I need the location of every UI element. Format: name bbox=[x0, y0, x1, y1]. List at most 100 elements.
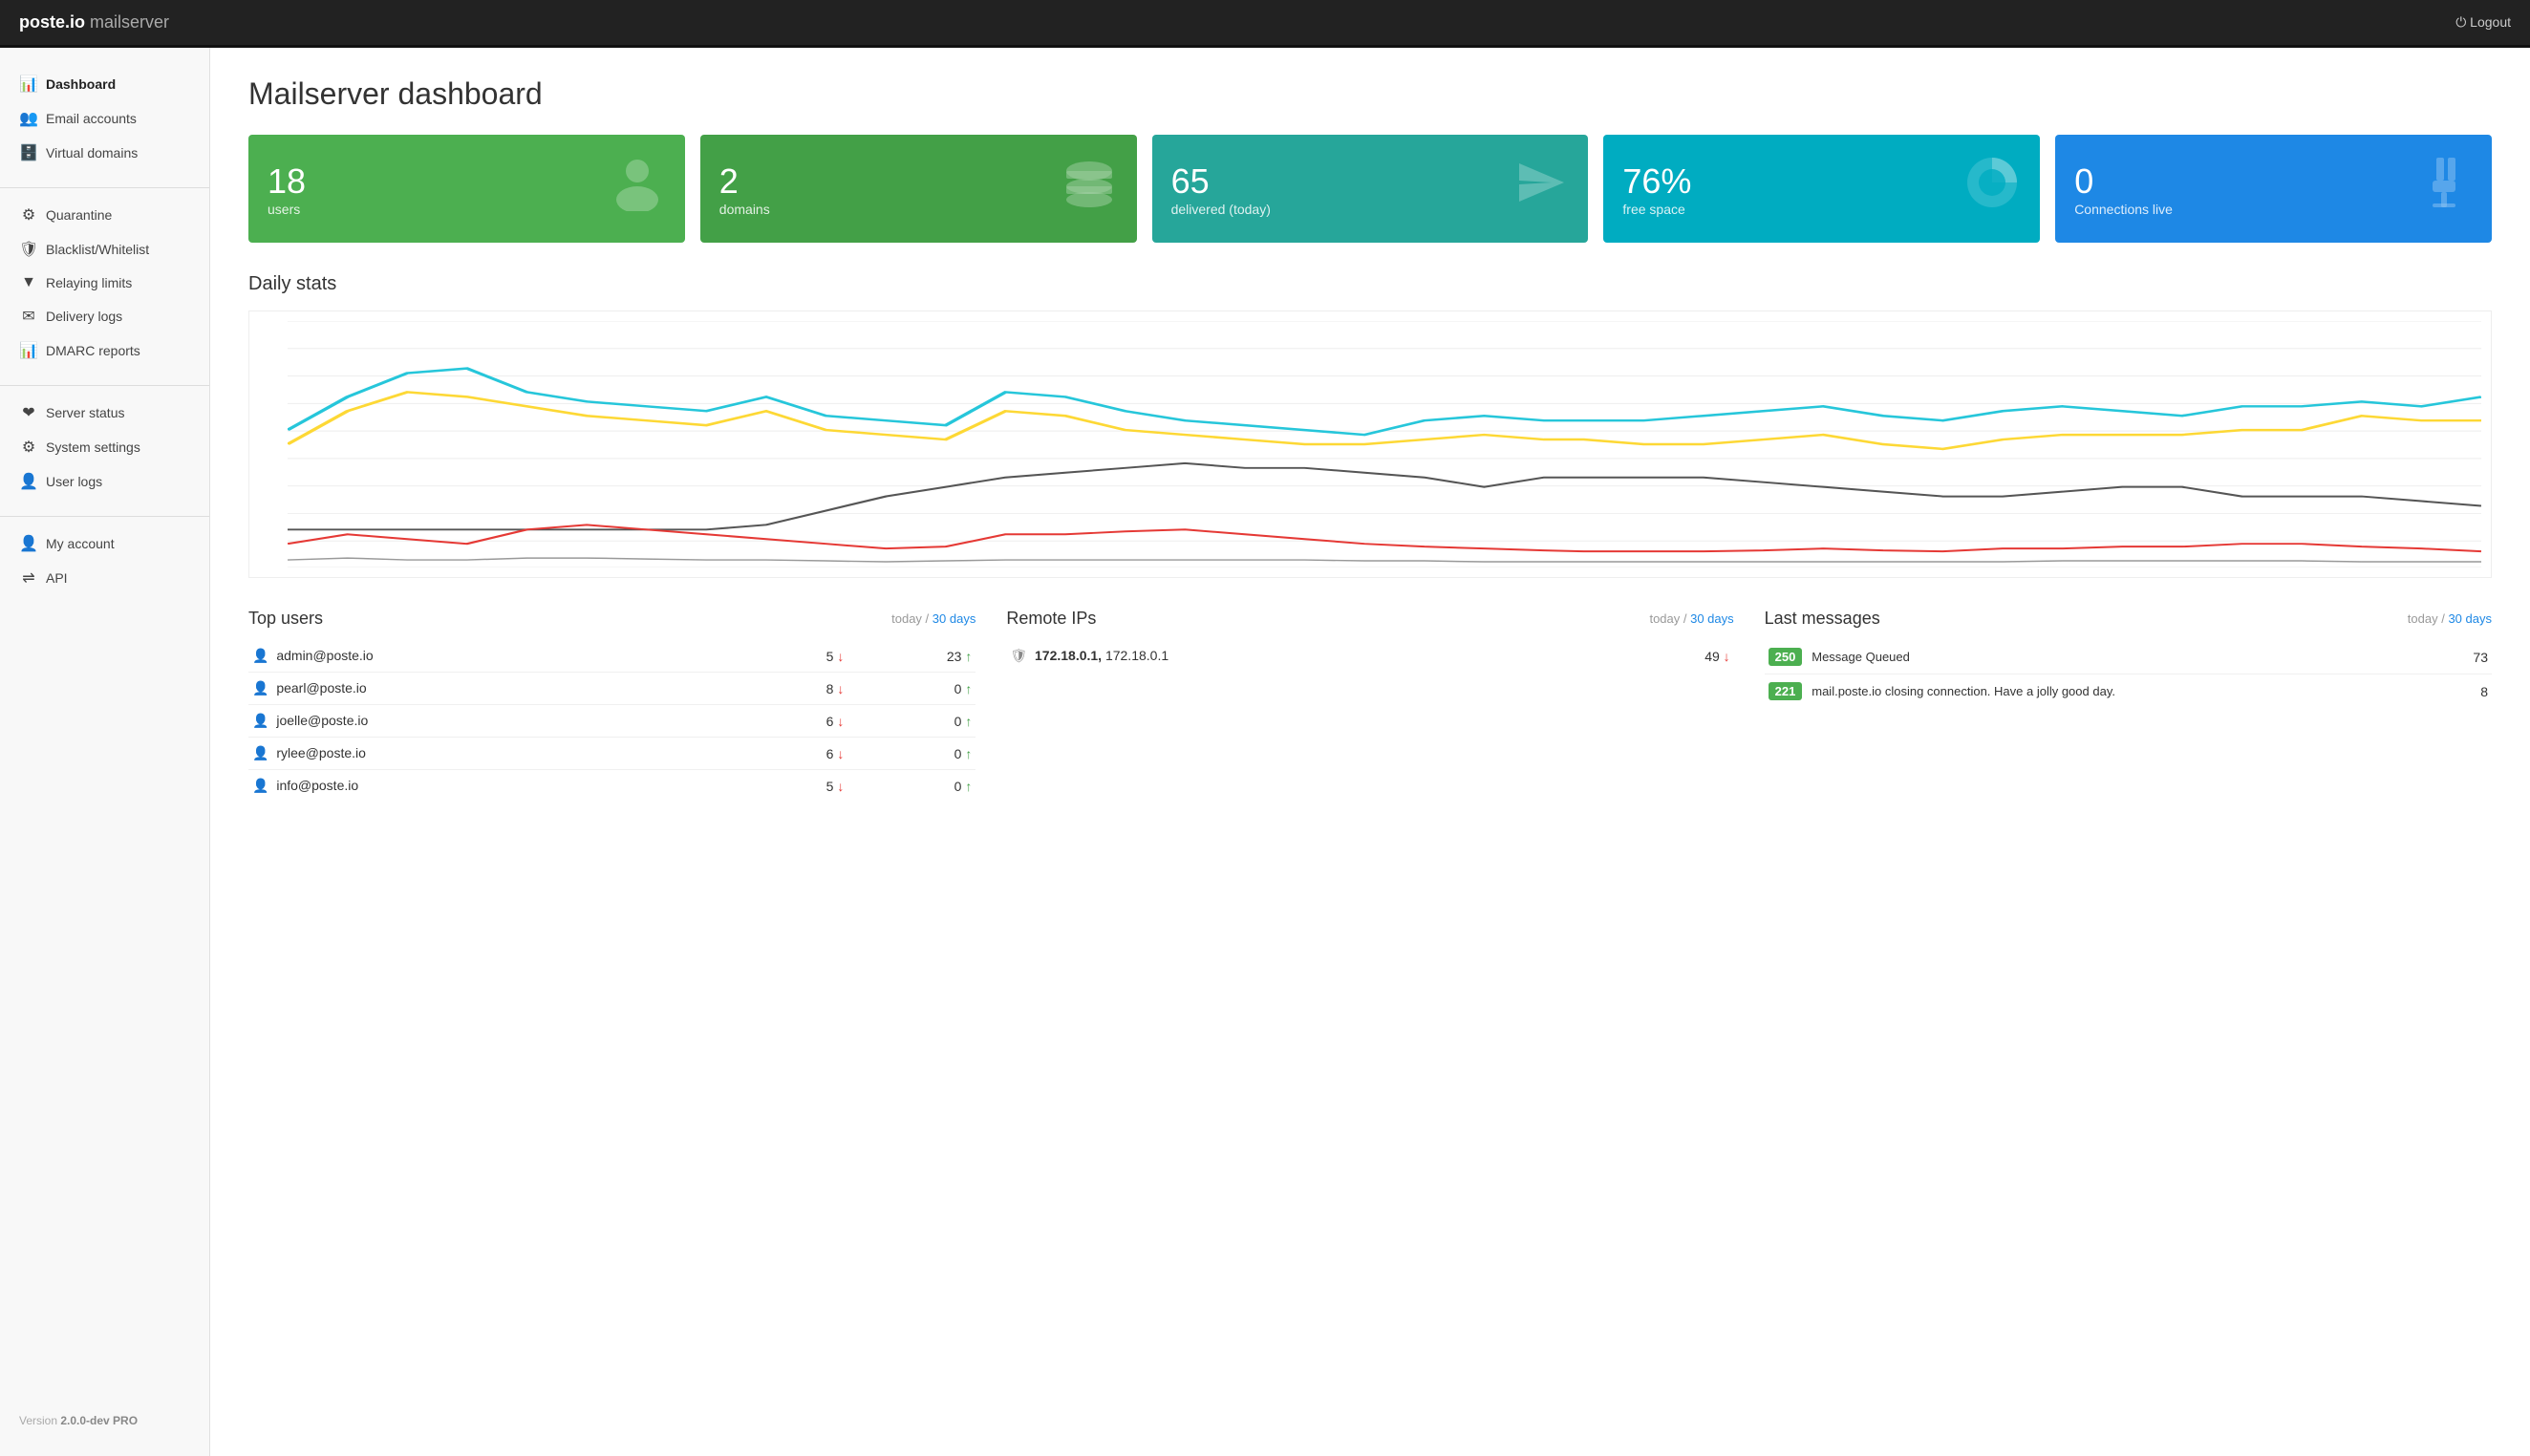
stat-value-delivered: 65 bbox=[1171, 161, 1271, 202]
today-label-ips: today bbox=[1649, 611, 1680, 626]
stat-cards: 18 users 2 domains bbox=[248, 135, 2492, 243]
msg-count-cell: 8 bbox=[2449, 674, 2492, 709]
sidebar-item-dashboard[interactable]: 📊 Dashboard bbox=[0, 67, 209, 101]
sidebar-version: Version 2.0.0-dev PRO bbox=[0, 1404, 209, 1437]
top-users-title: Top users bbox=[248, 609, 323, 629]
stat-value-free-space: 76% bbox=[1622, 161, 1691, 202]
remote-ips-title: Remote IPs bbox=[1006, 609, 1096, 629]
arrow-up-icon: ↑ bbox=[965, 649, 972, 664]
sidebar-item-server-status[interactable]: ❤ Server status bbox=[0, 396, 209, 430]
down-count: 5 bbox=[826, 649, 834, 664]
shield-icon: 🛡 bbox=[1010, 648, 1027, 663]
delivery-logs-icon: ✉ bbox=[19, 307, 38, 326]
user-up-cell: 0 ↑ bbox=[847, 705, 976, 738]
version-number: 2.0.0-dev PRO bbox=[60, 1414, 138, 1427]
sidebar-main-group: 📊 Dashboard 👥 Email accounts 🗄️ Virtual … bbox=[0, 67, 209, 170]
30-days-link-msgs[interactable]: 30 days bbox=[2448, 611, 2492, 626]
sidebar-item-delivery-logs[interactable]: ✉ Delivery logs bbox=[0, 299, 209, 333]
sidebar-account-group: 👤 My account ⇌ API bbox=[0, 526, 209, 595]
brand-subtitle: mailserver bbox=[90, 12, 169, 32]
sidebar-label-system-settings: System settings bbox=[46, 439, 140, 455]
table-row: 221 mail.poste.io closing connection. Ha… bbox=[1765, 674, 2492, 709]
arrow-up-icon: ↑ bbox=[965, 746, 972, 761]
free-space-icon bbox=[1963, 154, 2021, 224]
stat-label-domains: domains bbox=[719, 202, 770, 217]
email-accounts-icon: 👥 bbox=[19, 109, 38, 128]
remote-ips-panel: Remote IPs today / 30 days 🛡 172.18.0.1,… bbox=[1006, 609, 1733, 802]
up-count: 0 bbox=[954, 714, 962, 729]
sidebar-item-user-logs[interactable]: 👤 User logs bbox=[0, 464, 209, 499]
user-up-cell: 23 ↑ bbox=[847, 640, 976, 673]
stat-card-delivered-text: 65 delivered (today) bbox=[1171, 161, 1271, 217]
sidebar-item-email-accounts[interactable]: 👥 Email accounts bbox=[0, 101, 209, 136]
stat-card-free-space-text: 76% free space bbox=[1622, 161, 1691, 217]
daily-stats-section: Daily stats 0 20 40 bbox=[248, 273, 2492, 578]
sidebar-item-my-account[interactable]: 👤 My account bbox=[0, 526, 209, 561]
sidebar-item-relaying[interactable]: ▼ Relaying limits bbox=[0, 267, 209, 299]
up-count: 0 bbox=[954, 746, 962, 761]
stat-value-users: 18 bbox=[268, 161, 306, 202]
top-users-panel: Top users today / 30 days 👤 admin@poste.… bbox=[248, 609, 976, 802]
dmarc-icon: 📊 bbox=[19, 341, 38, 360]
domains-icon bbox=[1061, 154, 1118, 224]
30-days-link-ips[interactable]: 30 days bbox=[1690, 611, 1734, 626]
down-count: 5 bbox=[826, 779, 834, 794]
sidebar-tools-group: ⚙ Quarantine 🛡 Blacklist/Whitelist ▼ Rel… bbox=[0, 198, 209, 368]
message-badge: 221 bbox=[1769, 682, 1803, 700]
arrow-down-icon: ↓ bbox=[1724, 649, 1730, 664]
sidebar-item-virtual-domains[interactable]: 🗄️ Virtual domains bbox=[0, 136, 209, 170]
user-email: joelle@poste.io bbox=[276, 713, 368, 728]
arrow-down-icon: ↓ bbox=[837, 649, 844, 664]
ip-rest: 172.18.0.1 bbox=[1105, 648, 1169, 663]
today-label: today bbox=[891, 611, 922, 626]
remote-ips-links: today / 30 days bbox=[1649, 611, 1733, 626]
my-account-icon: 👤 bbox=[19, 534, 38, 553]
top-users-table: 👤 admin@poste.io 5 ↓ 23 ↑ 👤 pearl@poste.… bbox=[248, 640, 976, 802]
msg-cell: 221 mail.poste.io closing connection. Ha… bbox=[1765, 674, 2449, 709]
arrow-down-icon: ↓ bbox=[837, 714, 844, 729]
up-count: 0 bbox=[954, 681, 962, 696]
stat-label-free-space: free space bbox=[1622, 202, 1691, 217]
last-messages-title: Last messages bbox=[1765, 609, 1880, 629]
arrow-down-icon: ↓ bbox=[837, 681, 844, 696]
arrow-up-icon: ↑ bbox=[965, 681, 972, 696]
bottom-panels: Top users today / 30 days 👤 admin@poste.… bbox=[248, 609, 2492, 802]
sidebar-item-api[interactable]: ⇌ API bbox=[0, 561, 209, 595]
user-email-cell: 👤 pearl@poste.io bbox=[248, 673, 749, 705]
api-icon: ⇌ bbox=[19, 568, 38, 588]
up-count: 0 bbox=[954, 779, 962, 794]
30-days-link-users[interactable]: 30 days bbox=[933, 611, 976, 626]
blacklist-icon: 🛡 bbox=[19, 240, 38, 259]
sidebar-divider-2 bbox=[0, 385, 209, 386]
sidebar-item-system-settings[interactable]: ⚙ System settings bbox=[0, 430, 209, 464]
sidebar-label-api: API bbox=[46, 570, 68, 586]
sidebar-item-quarantine[interactable]: ⚙ Quarantine bbox=[0, 198, 209, 232]
last-messages-links: today / 30 days bbox=[2408, 611, 2492, 626]
stat-value-connections: 0 bbox=[2074, 161, 2173, 202]
stat-card-connections: 0 Connections live bbox=[2055, 135, 2492, 243]
stat-value-domains: 2 bbox=[719, 161, 770, 202]
table-row: 👤 pearl@poste.io 8 ↓ 0 ↑ bbox=[248, 673, 976, 705]
table-row: 🛡 172.18.0.1, 172.18.0.1 49 ↓ bbox=[1006, 640, 1733, 672]
message-count: 73 bbox=[2473, 650, 2488, 665]
user-down-cell: 6 ↓ bbox=[749, 705, 848, 738]
sidebar-label-user-logs: User logs bbox=[46, 474, 102, 489]
message-badge: 250 bbox=[1769, 648, 1803, 666]
sidebar-label-virtual-domains: Virtual domains bbox=[46, 145, 138, 161]
user-email: pearl@poste.io bbox=[276, 680, 366, 696]
sidebar-label-dashboard: Dashboard bbox=[46, 76, 116, 92]
message-count: 8 bbox=[2480, 684, 2488, 699]
sidebar-item-dmarc[interactable]: 📊 DMARC reports bbox=[0, 333, 209, 368]
sidebar-label-email-accounts: Email accounts bbox=[46, 111, 137, 126]
chart-title: Daily stats bbox=[248, 273, 2492, 295]
logout-button[interactable]: ⏻ Logout bbox=[2455, 14, 2511, 31]
sidebar-item-blacklist[interactable]: 🛡 Blacklist/Whitelist bbox=[0, 232, 209, 267]
table-row: 👤 rylee@poste.io 6 ↓ 0 ↑ bbox=[248, 738, 976, 770]
chart-svg: 0 20 40 60 80 100 120 140 160 180 bbox=[288, 321, 2481, 567]
quarantine-icon: ⚙ bbox=[19, 205, 38, 225]
table-row: 250 Message Queued 73 bbox=[1765, 640, 2492, 674]
sidebar-label-server-status: Server status bbox=[46, 405, 124, 420]
ip-bold: 172.18.0.1, bbox=[1035, 648, 1102, 663]
sidebar-label-my-account: My account bbox=[46, 536, 115, 551]
stat-card-domains-text: 2 domains bbox=[719, 161, 770, 217]
